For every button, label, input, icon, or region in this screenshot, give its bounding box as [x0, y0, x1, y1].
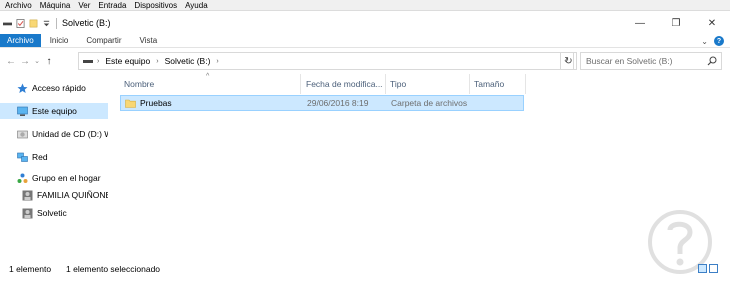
computer-icon	[17, 106, 28, 117]
star-icon	[17, 83, 28, 94]
tab-inicio[interactable]: Inicio	[41, 34, 78, 47]
breadcrumb-solvetic[interactable]: Solvetic (B:)	[165, 56, 211, 66]
this-pc-crumb-icon	[83, 60, 93, 63]
new-folder-icon[interactable]	[29, 19, 38, 28]
column-header-fecha[interactable]: Fecha de modifica...	[302, 74, 386, 94]
minimize-button[interactable]: —	[622, 12, 658, 34]
column-header-tamano[interactable]: Tamaño	[470, 74, 526, 94]
search-placeholder: Buscar en Solvetic (B:)	[586, 56, 673, 66]
ribbon-right-controls: ⌄ ?	[701, 34, 724, 48]
column-header-nombre[interactable]: Nombre	[120, 74, 301, 94]
title-bar: Solvetic (B:) — ❐ ✕	[0, 12, 730, 34]
homegroup-icon	[17, 173, 28, 184]
user-icon	[22, 208, 33, 219]
cd-drive-icon	[17, 129, 28, 140]
breadcrumb-este-equipo[interactable]: Este equipo	[105, 56, 150, 66]
window-controls: — ❐ ✕	[622, 12, 730, 34]
vm-menu-maquina[interactable]: Máquina	[40, 1, 71, 10]
tab-compartir[interactable]: Compartir	[77, 34, 130, 47]
table-row[interactable]: Pruebas 29/06/2016 8:19 Carpeta de archi…	[120, 95, 524, 111]
crumb-separator[interactable]: ›	[156, 58, 158, 65]
recent-locations-button[interactable]: ⌄	[32, 52, 42, 70]
nav-item-label: Unidad de CD (D:) WI	[32, 129, 108, 139]
column-headers: Nombre ^ Fecha de modifica... Tipo Tamañ…	[110, 73, 730, 94]
quick-access-toolbar	[0, 18, 55, 28]
column-label: Tamaño	[474, 79, 505, 89]
vm-menu-ver[interactable]: Ver	[78, 1, 90, 10]
nav-item-label: Grupo en el hogar	[32, 173, 101, 183]
address-bar[interactable]: › Este equipo › Solvetic (B:) › ⌄	[78, 52, 574, 70]
nav-item-red[interactable]: Red	[0, 149, 108, 165]
column-label: Tipo	[390, 79, 407, 89]
sort-ascending-icon: ^	[206, 73, 210, 80]
vm-menu-dispositivos[interactable]: Dispositivos	[134, 1, 177, 10]
nav-item-familia-quinones[interactable]: FAMILIA QUIÑONES	[0, 187, 108, 203]
close-button[interactable]: ✕	[694, 12, 730, 34]
column-header-tipo[interactable]: Tipo	[386, 74, 470, 94]
nav-item-solvetic[interactable]: Solvetic	[0, 205, 108, 221]
network-icon	[17, 152, 28, 163]
search-input[interactable]: Buscar en Solvetic (B:)	[580, 52, 722, 70]
navigation-pane: Acceso rápido Este equipo Unidad de CD (…	[0, 74, 108, 260]
file-name-cell: Pruebas	[125, 96, 172, 110]
search-icon[interactable]	[707, 56, 717, 66]
nav-item-acceso-rapido[interactable]: Acceso rápido	[0, 80, 108, 96]
nav-item-este-equipo[interactable]: Este equipo	[0, 103, 108, 119]
user-icon	[22, 190, 33, 201]
customize-qat-icon[interactable]	[42, 19, 51, 28]
up-button[interactable]: ↑	[42, 52, 56, 70]
refresh-button[interactable]: ↻	[560, 52, 577, 70]
vm-menu-ayuda[interactable]: Ayuda	[185, 1, 208, 10]
crumb-separator[interactable]: ›	[97, 58, 99, 65]
window-title: Solvetic (B:)	[62, 18, 111, 28]
maximize-button[interactable]: ❐	[658, 12, 694, 34]
status-selected-count: 1 elemento seleccionado	[66, 264, 161, 274]
view-toggle-buttons	[698, 264, 718, 273]
ribbon-tabs: Archivo Inicio Compartir Vista ⌄ ?	[0, 34, 730, 48]
vm-menu-entrada[interactable]: Entrada	[98, 1, 126, 10]
back-button[interactable]: ←	[4, 52, 18, 70]
large-icons-view-icon[interactable]	[709, 264, 718, 273]
vm-menu-bar: Archivo Máquina Ver Entrada Dispositivos…	[0, 0, 730, 11]
status-item-count: 1 elemento	[9, 264, 52, 274]
nav-item-label: Solvetic	[37, 208, 67, 218]
address-row: ← → ⌄ ↑ › Este equipo › Solvetic (B:) › …	[0, 50, 730, 72]
tab-archivo[interactable]: Archivo	[0, 34, 41, 47]
file-date: 29/06/2016 8:19	[307, 98, 369, 108]
drive-icon[interactable]	[3, 19, 12, 28]
expand-ribbon-icon[interactable]: ⌄	[701, 37, 708, 46]
folder-icon	[125, 99, 136, 108]
nav-item-grupo-hogar[interactable]: Grupo en el hogar	[0, 170, 108, 186]
vm-menu-archivo[interactable]: Archivo	[5, 1, 32, 10]
title-separator	[56, 17, 57, 29]
help-icon[interactable]: ?	[714, 36, 724, 46]
status-bar: 1 elemento 1 elemento seleccionado	[0, 262, 730, 278]
tab-vista[interactable]: Vista	[131, 34, 167, 47]
column-label: Nombre	[124, 79, 155, 89]
file-list: Nombre ^ Fecha de modifica... Tipo Tamañ…	[110, 72, 730, 260]
nav-item-label: Acceso rápido	[32, 83, 86, 93]
file-name: Pruebas	[140, 98, 172, 108]
column-label: Fecha de modifica...	[306, 79, 383, 89]
file-type: Carpeta de archivos	[391, 98, 468, 108]
nav-item-label: Red	[32, 152, 48, 162]
nav-item-label: FAMILIA QUIÑONES	[37, 190, 108, 200]
nav-item-unidad-cd[interactable]: Unidad de CD (D:) WI	[0, 126, 108, 142]
forward-button[interactable]: →	[18, 52, 32, 70]
crumb-separator[interactable]: ›	[216, 58, 218, 65]
details-view-icon[interactable]	[698, 264, 707, 273]
nav-item-label: Este equipo	[32, 106, 77, 116]
properties-icon[interactable]	[16, 18, 25, 28]
